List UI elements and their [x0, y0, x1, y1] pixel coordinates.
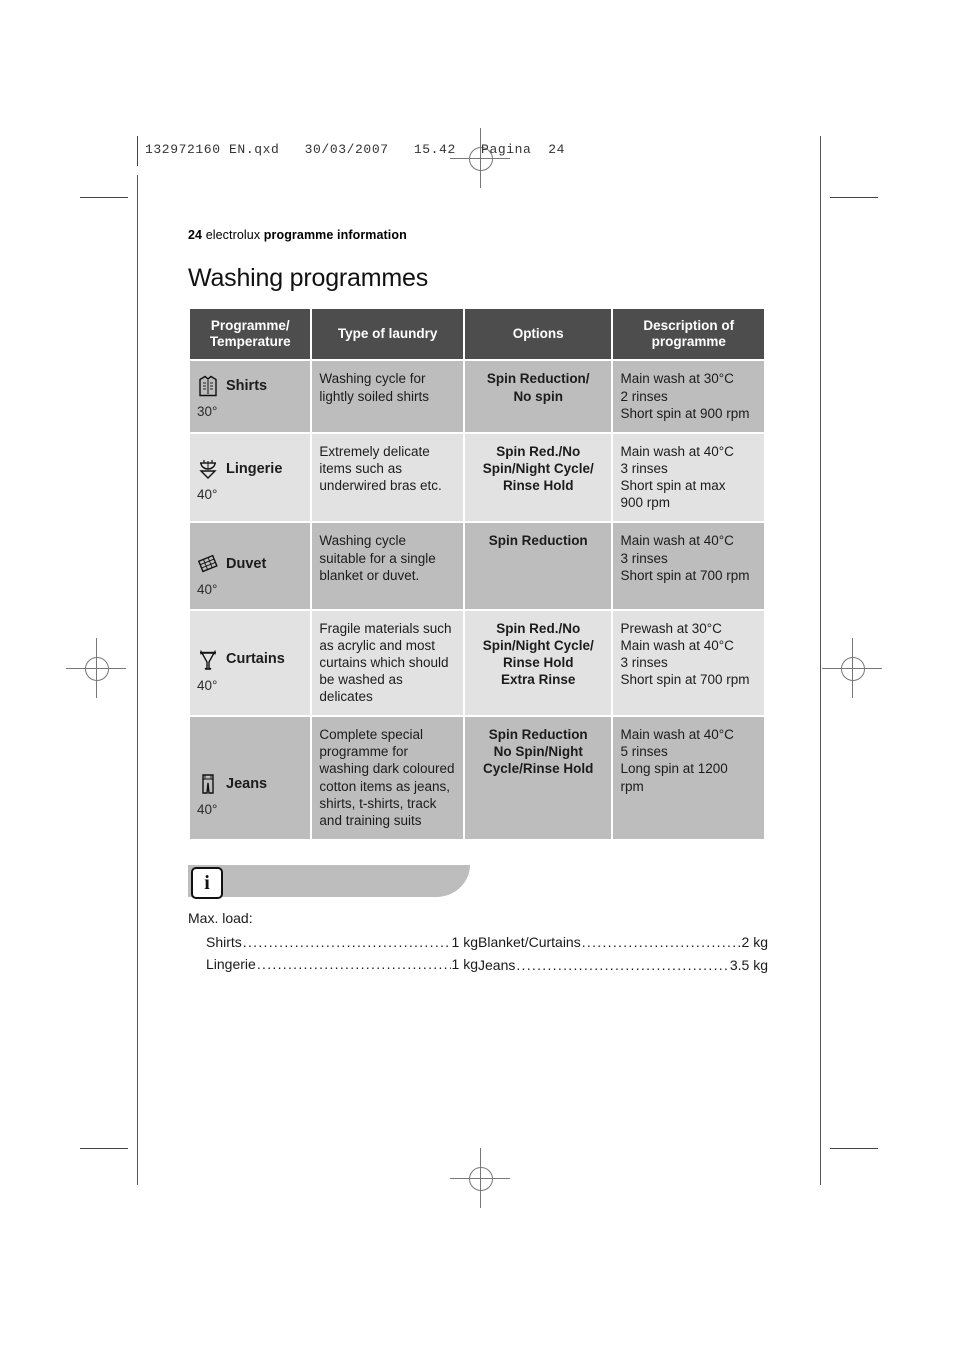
table-row: Duvet 40° Washing cycle suitable for a s… — [190, 523, 764, 609]
programme-name: Jeans — [226, 776, 268, 792]
cell-type-of-laundry: Extremely delicate items such as underwi… — [312, 433, 463, 522]
cell-options: Spin Reduction/ No spin — [464, 361, 612, 432]
page-frame-right-rule — [820, 136, 821, 1185]
cell-type-of-laundry: Washing cycle for lightly soiled shirts — [312, 361, 463, 432]
crop-mark-bottom-left-horizontal — [80, 1148, 128, 1149]
registration-mark-top — [450, 128, 510, 188]
programme-temperature: 40° — [197, 677, 218, 693]
leader-dots: ........................................… — [242, 933, 451, 950]
column-header-description-of-programme: Description of programme — [613, 309, 764, 360]
programme-name: Shirts — [226, 378, 268, 395]
running-head: 24 electrolux programme information — [188, 228, 768, 242]
list-item: Jeans ..................................… — [478, 954, 768, 977]
cell-options: Spin Red./No Spin/Night Cycle/ Rinse Hol… — [464, 610, 612, 716]
washing-programmes-table: Programme/ Temperature Type of laundry O… — [188, 307, 766, 841]
cell-programme: Duvet 40° — [190, 523, 311, 609]
cell-description: Main wash at 40°C 5 rinses Long spin at … — [613, 717, 764, 840]
load-label: Shirts — [206, 933, 242, 950]
load-label: Lingerie — [206, 956, 256, 973]
cell-programme: Shirts 30° — [190, 361, 311, 432]
column-header-options: Options — [464, 309, 612, 360]
cell-type-of-laundry: Fragile materials such as acrylic and mo… — [312, 610, 463, 716]
cell-options: Spin Reduction — [464, 523, 612, 609]
page-content: 24 electrolux programme information Wash… — [188, 228, 768, 976]
curtains-icon — [200, 650, 216, 670]
programme-name: Duvet — [226, 556, 267, 573]
column-header-programme-temperature: Programme/ Temperature — [190, 309, 311, 360]
leader-dots: ........................................… — [516, 956, 729, 973]
list-item: Lingerie ...............................… — [188, 953, 478, 976]
load-value: 1 kg — [451, 933, 478, 950]
programme-name: Curtains — [226, 651, 285, 668]
cell-programme: Jeans 40° — [190, 717, 311, 840]
programme-temperature: 40° — [197, 582, 218, 598]
crop-mark-top-right-horizontal — [830, 197, 878, 198]
cell-type-of-laundry: Complete special programme for washing d… — [312, 717, 463, 840]
cell-programme: Curtains 40° — [190, 610, 311, 716]
information-icon: i — [191, 867, 223, 900]
programme-temperature: 30° — [197, 404, 218, 420]
table-row: Shirts 30° Washing cycle for lightly soi… — [190, 361, 764, 432]
cell-programme: Lingerie 40° — [190, 433, 311, 522]
max-load-column-right: Blanket/Curtains .......................… — [478, 907, 768, 976]
table-header-row: Programme/ Temperature Type of laundry O… — [190, 309, 764, 360]
qxd-print-header: 132972160 EN.qxd 30/03/2007 15.42 Pagina… — [145, 142, 566, 157]
max-load-column-left: Max. load: Shirts ......................… — [188, 907, 478, 976]
list-item: Blanket/Curtains .......................… — [478, 931, 768, 954]
lingerie-icon — [199, 459, 217, 479]
info-banner-bar — [188, 865, 470, 898]
crop-mark-bottom-right-horizontal — [830, 1148, 878, 1149]
cell-options: Spin Reduction No Spin/Night Cycle/Rinse… — [464, 717, 612, 840]
cell-type-of-laundry: Washing cycle suitable for a single blan… — [312, 523, 463, 609]
programme-temperature: 40° — [197, 802, 218, 818]
crop-mark-top-left-horizontal — [80, 197, 128, 198]
leader-dots: ........................................… — [256, 956, 451, 973]
duvet-icon — [197, 555, 218, 573]
crop-mark-top-left-vertical — [137, 136, 138, 166]
max-load-heading: Max. load: — [188, 910, 253, 927]
page-title: Washing programmes — [188, 264, 429, 292]
cell-description: Main wash at 40°C 3 rinses Short spin at… — [613, 523, 764, 609]
list-item: Shirts .................................… — [188, 931, 478, 954]
column-header-type-of-laundry: Type of laundry — [312, 309, 463, 360]
section-name: programme information — [263, 228, 407, 242]
load-label: Blanket/Curtains — [478, 934, 581, 951]
page-frame-left-rule — [137, 175, 138, 1185]
shirt-icon — [199, 376, 217, 397]
table-row: Lingerie 40° Extremely delicate items su… — [190, 433, 764, 522]
table-row: Curtains 40° Fragile materials such as a… — [190, 610, 764, 716]
load-value: 1 kg — [451, 956, 478, 973]
table-row: Jeans 40° Complete special programme for… — [190, 717, 764, 840]
cell-description: Prewash at 30°C Main wash at 40°C 3 rins… — [613, 610, 764, 716]
programme-temperature: 40° — [197, 486, 218, 502]
brand-name: electrolux — [205, 228, 261, 242]
load-value: 2 kg — [741, 934, 768, 951]
registration-mark-right — [822, 638, 882, 698]
load-value: 3.5 kg — [729, 956, 768, 973]
registration-mark-bottom — [450, 1148, 510, 1208]
info-banner: i — [188, 865, 768, 900]
leader-dots: ........................................… — [581, 934, 741, 951]
cell-description: Main wash at 40°C 3 rinses Short spin at… — [613, 433, 764, 522]
page-number: 24 — [188, 228, 203, 242]
jeans-icon — [202, 774, 214, 794]
programme-name: Lingerie — [226, 460, 283, 477]
cell-description: Main wash at 30°C 2 rinses Short spin at… — [613, 361, 764, 432]
load-label: Jeans — [478, 956, 516, 973]
registration-mark-left — [66, 638, 126, 698]
max-load-section: Max. load: Shirts ......................… — [188, 907, 768, 976]
cell-options: Spin Red./No Spin/Night Cycle/ Rinse Hol… — [464, 433, 612, 522]
